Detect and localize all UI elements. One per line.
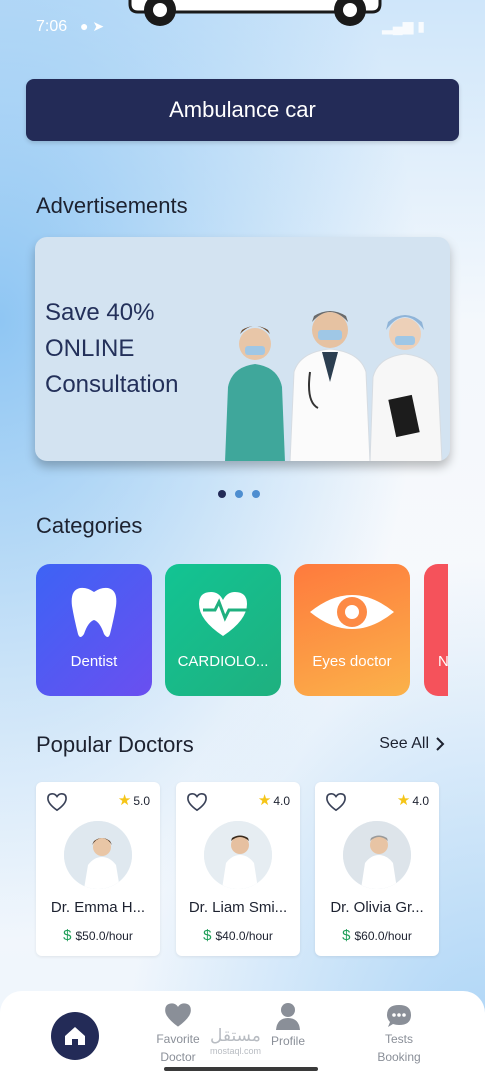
tooth-icon [71,587,117,637]
categories-title: Categories [36,513,143,538]
watermark: مستقل mostaql.com [210,1026,261,1056]
dollar-icon: $ [203,927,212,944]
doctor-avatar [204,821,272,889]
chevron-right-icon [436,737,445,751]
nav-label-line-2: Doctor [160,1050,196,1064]
doctor-price: $ $60.0/hour [315,927,439,944]
rating-value: 4.0 [273,794,290,808]
banner-line-2: ONLINE [45,335,135,362]
category-label: N [438,653,448,670]
category-cardiology[interactable]: CARDIOLO... [165,564,281,696]
status-time: 7:06 [36,18,68,35]
doctors-group-image [225,311,443,461]
dollar-icon: $ [63,927,72,944]
ambulance-car-illustration [128,0,382,26]
doctor-rating: ★ 4.0 [396,792,429,809]
nav-label-line-1: Tests [384,1032,413,1046]
price-value: $50.0/hour [75,929,133,943]
dollar-icon: $ [342,927,351,944]
doctor-name: Dr. Liam Smi... [188,899,288,916]
category-dentist[interactable]: Dentist [36,564,152,696]
doctor-name: Dr. Emma H... [50,899,146,916]
ambulance-car-button[interactable]: Ambulance car [26,79,459,141]
heart-icon [165,1003,191,1027]
rating-value: 5.0 [133,794,150,808]
advertisements-title: Advertisements [36,193,188,218]
banner-text: Save 40% ONLINE Consultation [45,295,178,403]
star-icon: ★ [257,792,272,809]
price-value: $40.0/hour [215,929,273,943]
doctor-name: Dr. Olivia Gr... [330,899,424,916]
watermark-subtext: mostaql.com [210,1046,262,1056]
doctor-price: $ $40.0/hour [176,927,300,944]
carousel-dot-3[interactable] [252,490,260,498]
nav-favorite-doctor[interactable]: Favorite Doctor [150,1002,206,1066]
category-next[interactable]: N [424,564,448,696]
watermark-text: مستقل [210,1026,261,1045]
eye-icon [310,595,394,629]
categories-list: Dentist CARDIOLO... Eyes doctor N [36,564,448,696]
category-eyes-doctor[interactable]: Eyes doctor [294,564,410,696]
banner-line-3: Consultation [45,371,179,398]
see-all-label: See All [379,735,429,752]
doctor-card[interactable]: ★ 5.0 Dr. Emma H... $ $50.0/hour [36,782,160,956]
category-label: CARDIOLO... [177,653,269,670]
heart-pulse-icon [199,592,249,636]
star-icon: ★ [117,792,132,809]
chat-icon [387,1005,411,1027]
star-icon: ★ [396,792,411,809]
see-all-link[interactable]: See All [379,735,445,753]
person-icon [276,1003,300,1030]
favorite-heart-icon[interactable] [46,792,68,812]
banner-line-1: Save 40% [45,299,155,326]
doctor-avatar [64,821,132,889]
home-indicator [164,1067,318,1071]
nav-label-line-2: Booking [377,1050,421,1064]
system-icons: ▂▄▆ ▮ [381,18,425,34]
notification-icons: ● ➤ [80,18,105,34]
doctor-card[interactable]: ★ 4.0 Dr. Liam Smi... $ $40.0/hour [176,782,300,956]
advertisement-banner[interactable]: Save 40% ONLINE Consultation [35,237,450,461]
popular-doctors-title: Popular Doctors [36,732,194,757]
carousel-dots [218,490,260,498]
category-label: Eyes doctor [312,653,392,670]
favorite-heart-icon[interactable] [186,792,208,812]
doctor-avatar [343,821,411,889]
price-value: $60.0/hour [354,929,412,943]
carousel-dot-1[interactable] [218,490,226,498]
nav-home[interactable] [51,1012,99,1060]
doctor-card[interactable]: ★ 4.0 Dr. Olivia Gr... $ $60.0/hour [315,782,439,956]
carousel-dot-2[interactable] [235,490,243,498]
doctor-rating: ★ 5.0 [117,792,150,809]
status-bar: 7:06 ● ➤ ▂▄▆ ▮ [0,0,485,54]
doctor-price: $ $50.0/hour [36,927,160,944]
nav-tests-booking[interactable]: Tests Booking [370,1004,428,1066]
nav-label: Profile [270,1034,305,1048]
favorite-heart-icon[interactable] [325,792,347,812]
home-icon [65,1027,85,1045]
nav-label-line-1: Favorite [156,1032,200,1046]
nav-profile[interactable]: Profile [264,1002,312,1050]
category-label: Dentist [70,653,118,670]
rating-value: 4.0 [412,794,429,808]
doctor-rating: ★ 4.0 [257,792,290,809]
